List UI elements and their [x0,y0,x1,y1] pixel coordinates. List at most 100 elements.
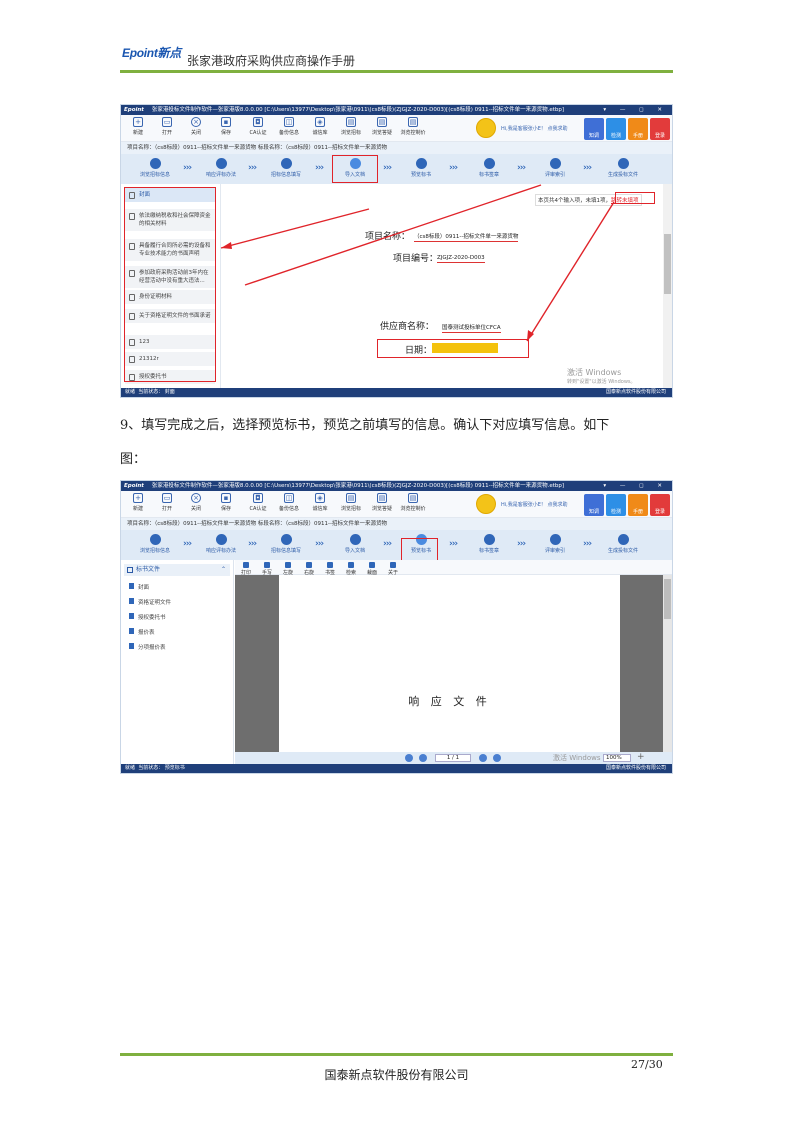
zoom-in-icon[interactable]: + [637,752,645,762]
help-greeting[interactable]: Hi,我是客服张小E！ 点我求助 [501,501,568,508]
check-button[interactable]: 检测 [606,494,626,516]
arrow-to-list [220,208,370,249]
info-icon [390,562,396,568]
backup-icon: ◫ [284,493,294,503]
bookmark-icon [327,562,333,568]
document-icon [129,613,134,619]
rotate-right-icon [306,562,312,568]
credit-library-button[interactable]: ◈ 诚信库 [307,493,333,512]
browse-tender-button[interactable]: ▤ 浏览招标 [338,493,364,512]
step-icon [483,534,495,545]
book-icon: ▤ [377,493,387,503]
viewer-scrollbar[interactable] [663,575,672,752]
backup-info-button[interactable]: ◫ 备份信息 [276,493,302,512]
prev-page-icon[interactable] [419,754,427,762]
document-page: 响 应 文 件 [279,575,620,752]
document-icon [129,598,134,604]
document-icon [129,628,134,634]
step-icon [280,534,292,545]
document-icon [129,583,134,589]
rotate-left-button[interactable]: 左旋 [281,562,295,576]
step-arrow-icon: ››› [383,539,392,549]
arrow-head-icon [221,242,232,249]
mascot-icon[interactable] [476,494,496,514]
tree-item[interactable]: 授权委托书 [129,613,166,621]
first-page-icon[interactable] [405,754,413,762]
page-navigator: 1 / 1 激活 Windows 100% + [235,752,672,764]
instruction-line-2: 图： [120,452,147,467]
book-icon: ▤ [408,493,418,503]
about-button[interactable]: 关于 [386,562,400,576]
scroll-thumb[interactable] [664,579,671,619]
save-icon: ▪ [221,493,231,503]
new-button[interactable]: + 新建 [125,493,151,512]
project-info-bar: 项目名称：（cs8标段）0911--招标文件单一来源货物 标段名称：（cs8标段… [121,518,672,530]
viewer-toolbar: 打印 手写 左旋 右旋 书签 检索 裁面 关于 [235,560,672,576]
bid-file-tree: 标书文件 ⌃ 封面 资格证明文件 授权委托书 报价表 分项报价表 [121,560,234,764]
tree-item[interactable]: 分项报价表 [129,643,166,651]
step-arrow-icon: ››› [583,539,592,549]
knowledge-button[interactable]: 知调 [584,494,604,516]
instruction-line-1: 9、填写完成之后，选择预览标书，预览之前填写的信息。确认下对应填写信息。如下 [120,418,610,433]
crop-button[interactable]: 裁面 [365,562,379,576]
step-evaluation[interactable]: 响应评标办法 [199,534,243,554]
step-review-index[interactable]: 评审索引 [533,534,577,554]
footer-divider [120,1053,673,1056]
document-viewer: 响 应 文 件 [235,575,672,752]
scroll-thumb[interactable] [664,234,671,294]
manual-title: 张家港政府采购供应商操作手册 [187,54,356,68]
ca-auth-button[interactable]: ◘ CA认证 [245,493,271,512]
arrow-to-list-2 [244,184,542,286]
tree-item[interactable]: 封面 [129,583,149,591]
status-bar: 就绪 当前状态： 预览标书 国泰新点软件股份有限公司 [121,764,672,773]
window-controls[interactable]: ▾ — ◻ ✕ [603,481,668,491]
handwrite-button[interactable]: 手写 [260,562,274,576]
open-button[interactable]: ▭ 打开 [154,493,180,512]
app-window-form: Epoint 张家港投标文件制作软件—张家港版8.0.0.00 [C:\Users… [120,104,673,398]
login-button[interactable]: 登录 [650,494,670,516]
vertical-scrollbar[interactable] [663,184,672,388]
tree-header[interactable]: 标书文件 ⌃ [124,564,230,576]
print-button[interactable]: 打印 [239,562,253,576]
tree-item[interactable]: 资格证明文件 [129,598,171,606]
bookmark-button[interactable]: 书签 [323,562,337,576]
step-browse-tender[interactable]: 浏览招标信息 [133,534,177,554]
tree-item[interactable]: 报价表 [129,628,155,636]
new-file-icon: + [133,493,143,503]
header-divider [120,70,673,73]
footer-company: 国泰新点软件股份有限公司 [324,1068,469,1082]
step-icon [215,534,227,545]
folder-icon: ▭ [162,493,172,503]
step-icon [617,534,629,545]
epoint-logo: Epoint新点 [122,46,181,60]
close-button[interactable]: × 关闭 [183,493,209,512]
search-button[interactable]: 检索 [344,562,358,576]
page-indicator[interactable]: 1 / 1 [435,754,471,762]
lock-icon: ◘ [253,493,263,503]
document-title: 响 应 文 件 [408,695,491,708]
main-toolbar: + 新建 ▭ 打开 × 关闭 ▪ 保存 ◘ CA认证 ◫ 备份信息 ◈ 诚信库 ▤ 浏览招标 ▤… [121,491,672,518]
step-icon [549,534,561,545]
close-icon: × [191,493,201,503]
next-page-icon[interactable] [479,754,487,762]
title-bar: Epoint 张家港投标文件制作软件—张家港版8.0.0.00 [C:\Users… [121,481,672,491]
step-arrow-icon: ››› [449,539,458,549]
search-icon [348,562,354,568]
save-button[interactable]: ▪ 保存 [213,493,239,512]
rotate-left-icon [285,562,291,568]
browse-qa-button[interactable]: ▤ 浏览答疑 [369,493,395,512]
step-fill-info[interactable]: 招标信息填写 [264,534,308,554]
step-generate[interactable]: 生成投标文件 [601,534,645,554]
browse-price-button[interactable]: ▤ 浏览控制价 [400,493,426,512]
step-arrow-icon: ››› [315,539,324,549]
step-import-doc[interactable]: 导入文档 [333,534,377,554]
rotate-right-button[interactable]: 右旋 [302,562,316,576]
last-page-icon[interactable] [493,754,501,762]
step-sign[interactable]: 标书签章 [467,534,511,554]
zoom-select[interactable]: 100% [603,754,631,762]
chevron-up-icon: ⌃ [220,566,226,573]
print-icon [243,562,249,568]
edit-icon [127,567,133,573]
manual-button[interactable]: 手册 [628,494,648,516]
workflow-steps: 浏览招标信息 ››› 响应评标办法 ››› 招标信息填写 ››› 导入文档 ››… [121,530,672,560]
